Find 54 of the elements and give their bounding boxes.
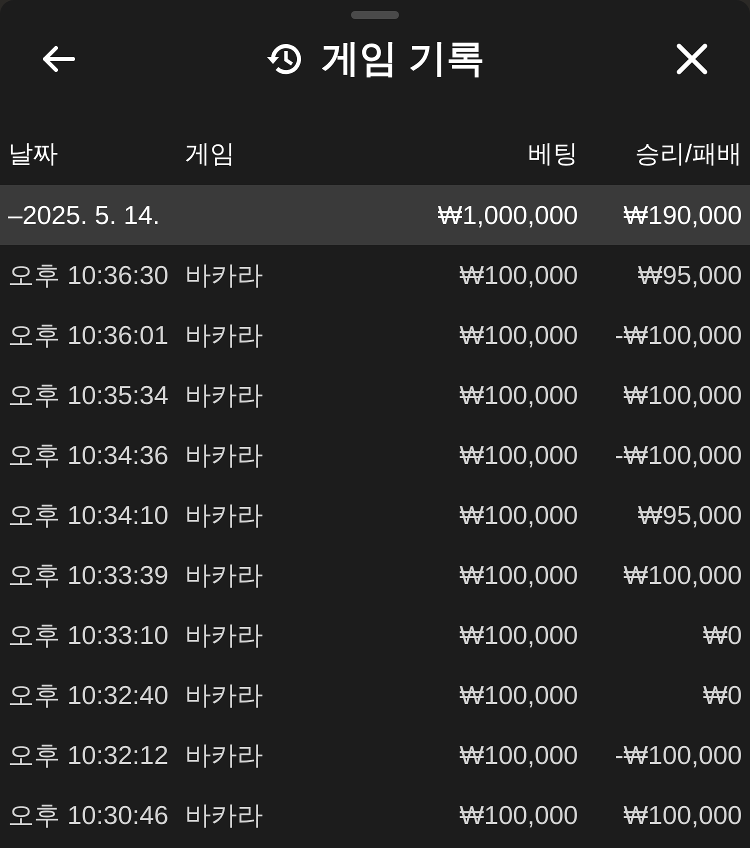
table-cell: ₩100,000: [459, 740, 578, 770]
column-header: 게임: [185, 140, 235, 168]
table-cell: 오후 10:32:40: [8, 680, 168, 710]
table-cell: 바카라: [185, 500, 263, 530]
table-cell: -₩100,000: [614, 740, 742, 770]
table-cell: ₩100,000: [459, 260, 578, 290]
table-cell: ₩95,000: [638, 500, 742, 530]
column-header: 날짜: [8, 140, 58, 168]
table-cell: ₩100,000: [459, 680, 578, 710]
table-cell: 바카라: [185, 620, 263, 650]
table-cell: ₩100,000: [459, 560, 578, 590]
table-cell: ₩100,000: [459, 500, 578, 530]
table-cell: 오후 10:30:46: [8, 800, 168, 830]
group-date: –2025. 5. 14.: [8, 200, 160, 230]
table-cell: 바카라: [185, 260, 263, 290]
table-cell: ₩95,000: [638, 260, 742, 290]
table-cell: 오후 10:33:39: [8, 560, 168, 590]
table-cell: -₩100,000: [614, 440, 742, 470]
table-cell: ₩100,000: [459, 320, 578, 350]
table-cell: 바카라: [185, 680, 263, 710]
table-cell: 바카라: [185, 320, 263, 350]
close-button[interactable]: [674, 41, 710, 77]
table-cell: 오후 10:32:12: [8, 740, 168, 770]
table-cell: 바카라: [185, 800, 263, 830]
table-cell: 오후 10:35:34: [8, 380, 168, 410]
table-cell: 오후 10:33:10: [8, 620, 168, 650]
table-cell: ₩100,000: [459, 380, 578, 410]
table-cell: 오후 10:34:36: [8, 440, 168, 470]
table-cell: 오후 10:36:30: [8, 260, 168, 290]
table-cell: ₩100,000: [459, 620, 578, 650]
close-icon: [676, 43, 708, 75]
history-icon: [266, 41, 304, 77]
table-cell: ₩100,000: [623, 380, 742, 410]
table-cell: ₩100,000: [459, 440, 578, 470]
table-cell: 바카라: [185, 560, 263, 590]
back-arrow-icon: [41, 45, 75, 73]
table-cell: ₩0: [703, 620, 742, 650]
table-cell: ₩1,000,000: [438, 200, 578, 230]
date-group-row[interactable]: –2025. 5. 14. ₩1,000,000 ₩190,000: [0, 185, 750, 245]
table-cell: 바카라: [185, 440, 263, 470]
table-cell: -₩100,000: [614, 320, 742, 350]
drag-handle[interactable]: [351, 11, 399, 19]
table-cell: 바카라: [185, 740, 263, 770]
table-cell: ₩100,000: [459, 800, 578, 830]
table-cell: ₩100,000: [623, 560, 742, 590]
window-title: 게임 기록: [322, 36, 484, 82]
table-cell: ₩190,000: [623, 200, 742, 230]
table-cell: 바카라: [185, 380, 263, 410]
table-cell: ₩100,000: [623, 800, 742, 830]
table-cell: ₩0: [703, 680, 742, 710]
table-cell: 오후 10:36:01: [8, 320, 168, 350]
column-header: 베팅: [528, 140, 578, 168]
column-header: 승리/패배: [635, 140, 742, 168]
table-cell: 오후 10:34:10: [8, 500, 168, 530]
